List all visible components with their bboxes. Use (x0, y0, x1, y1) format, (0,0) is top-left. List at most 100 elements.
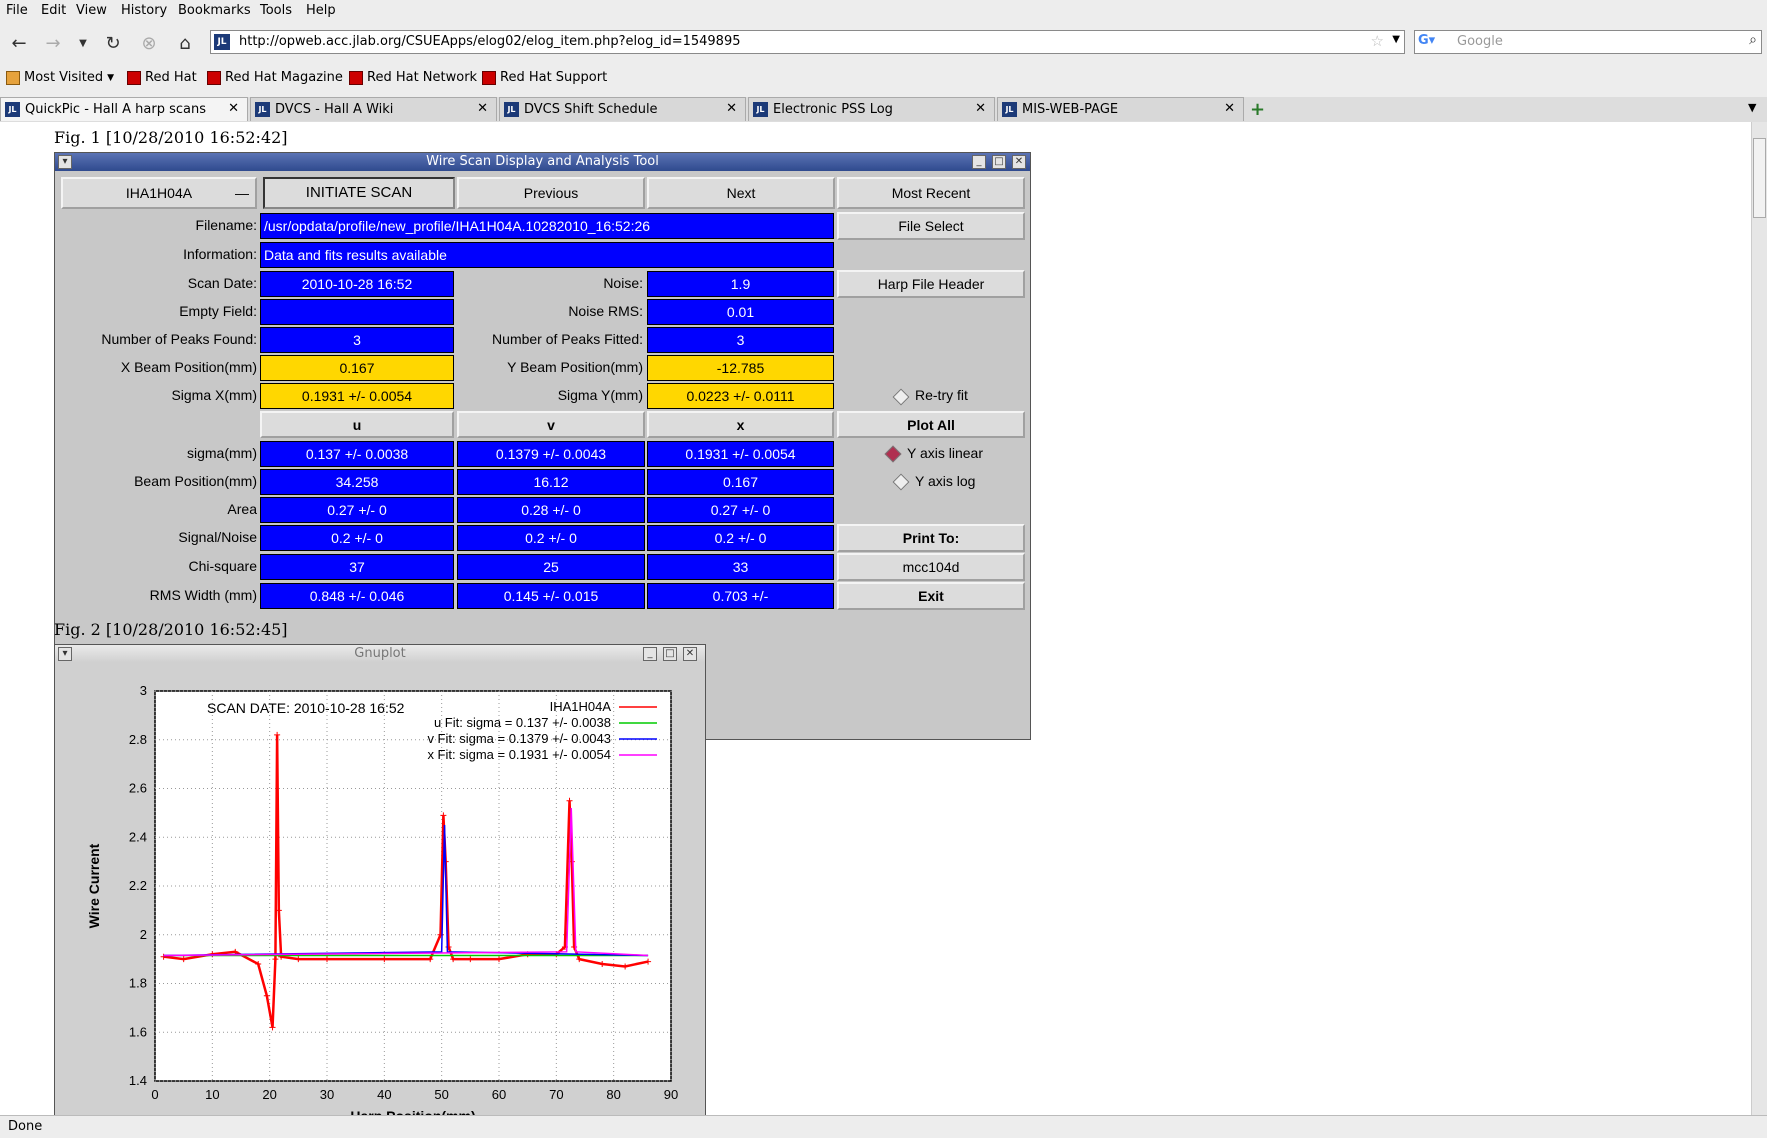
menu-edit[interactable]: Edit (41, 3, 66, 18)
printer-select[interactable]: mcc104d (837, 553, 1025, 581)
home-icon[interactable]: ⌂ (172, 30, 198, 56)
window-title: Gnuplot (55, 645, 705, 663)
new-tab-icon[interactable]: + (1250, 99, 1265, 120)
menu-view[interactable]: View (76, 3, 107, 18)
y-axis-linear-label[interactable]: Y axis linear (907, 441, 1017, 467)
redhat-icon (482, 70, 496, 85)
close-icon[interactable]: ✕ (683, 647, 697, 661)
tab-dvcs-schedule[interactable]: JL DVCS Shift Schedule ✕ (499, 97, 746, 121)
plot-title: SCAN DATE: 2010-10-28 16:52 (207, 700, 405, 716)
previous-button[interactable]: Previous (457, 177, 645, 209)
bookmark-red-hat-magazine[interactable]: Red Hat Magazine (207, 70, 343, 85)
vertical-scrollbar[interactable] (1751, 122, 1767, 1115)
scan-date-field: 2010-10-28 16:52 (260, 271, 454, 297)
empty-field-label: Empty Field: (179, 303, 257, 319)
table-cell-u: 34.258 (260, 469, 454, 495)
harp-select[interactable]: IHA1H04A — (61, 177, 257, 209)
retry-fit-radio-icon[interactable] (892, 388, 910, 406)
menu-history[interactable]: History (121, 3, 167, 18)
url-bar[interactable]: JL http://opweb.acc.jlab.org/CSUEApps/el… (210, 30, 1405, 54)
y-axis-linear-radio-icon[interactable] (884, 445, 902, 463)
print-to-button[interactable]: Print To: (837, 524, 1025, 552)
tab-mis-web[interactable]: JL MIS-WEB-PAGE ✕ (997, 97, 1244, 121)
close-icon[interactable]: ✕ (228, 101, 239, 116)
stop-icon[interactable]: ⊗ (136, 30, 162, 56)
menu-bookmarks[interactable]: Bookmarks (178, 3, 251, 18)
column-u-header: u (260, 411, 454, 438)
exit-button[interactable]: Exit (837, 582, 1025, 610)
tab-pss-log[interactable]: JL Electronic PSS Log ✕ (748, 97, 995, 121)
bookmark-red-hat-support[interactable]: Red Hat Support (482, 70, 607, 85)
window-title: Wire Scan Display and Analysis Tool (55, 153, 1030, 171)
file-select-button[interactable]: File Select (837, 212, 1025, 240)
y-tick-label: 2.8 (129, 732, 147, 747)
menu-bar: File Edit View History Bookmarks Tools H… (0, 0, 1767, 22)
most-recent-button[interactable]: Most Recent (837, 177, 1025, 209)
scrollbar-thumb[interactable] (1753, 138, 1766, 218)
menu-help[interactable]: Help (306, 3, 336, 18)
empty-field[interactable] (260, 299, 454, 325)
search-icon[interactable]: ⌕ (1749, 32, 1757, 48)
maximize-icon[interactable]: □ (992, 155, 1006, 169)
tab-list-icon[interactable]: ▼ (1748, 101, 1756, 114)
menu-tools[interactable]: Tools (260, 3, 292, 18)
jlab-favicon-icon: JL (5, 102, 20, 117)
y-tick-label: 2.2 (129, 878, 147, 893)
x-tick-label: 90 (664, 1087, 678, 1102)
redhat-icon (127, 70, 141, 85)
harp-file-header-button[interactable]: Harp File Header (837, 270, 1025, 298)
close-icon[interactable]: ✕ (726, 101, 737, 116)
bookmark-red-hat[interactable]: Red Hat (127, 70, 197, 85)
forward-arrow-icon[interactable]: → (40, 30, 66, 56)
url-dropdown-icon[interactable]: ▼ (1392, 34, 1400, 45)
close-icon[interactable]: ✕ (1224, 101, 1235, 116)
y-axis-log-label[interactable]: Y axis log (915, 469, 1015, 495)
reload-icon[interactable]: ↻ (100, 30, 126, 56)
back-arrow-icon[interactable]: ← (6, 30, 32, 56)
search-bar[interactable]: G▾ Google ⌕ (1414, 30, 1762, 54)
sigma-x-field: 0.1931 +/- 0.0054 (260, 383, 454, 409)
fig1-caption: Fig. 1 [10/28/2010 16:52:42] (54, 128, 288, 147)
legend-label: x Fit: sigma = 0.1931 +/- 0.0054 (427, 747, 611, 762)
table-cell-x: 0.703 +/- (647, 583, 834, 609)
bookmark-red-hat-network[interactable]: Red Hat Network (349, 70, 477, 85)
window-menu-icon[interactable]: ▾ (58, 155, 72, 169)
table-cell-x: 0.27 +/- 0 (647, 497, 834, 523)
tab-dvcs-wiki[interactable]: JL DVCS - Hall A Wiki ✕ (250, 97, 497, 121)
google-icon[interactable]: G▾ (1418, 33, 1446, 51)
jlab-favicon-icon: JL (255, 102, 270, 117)
table-cell-v: 16.12 (457, 469, 645, 495)
retry-fit-label[interactable]: Re-try fit (915, 383, 1015, 409)
bookmark-star-icon[interactable]: ☆ (1371, 32, 1384, 50)
menu-file[interactable]: File (6, 3, 28, 18)
initiate-scan-button[interactable]: INITIATE SCAN (263, 177, 455, 209)
bookmarks-toolbar: Most Visited ▼ Red Hat Red Hat Magazine R… (0, 67, 1767, 91)
sigma-x-label: Sigma X(mm) (171, 387, 257, 403)
table-cell-u: 0.137 +/- 0.0038 (260, 441, 454, 467)
column-x-header: x (647, 411, 834, 438)
filename-field[interactable]: /usr/opdata/profile/new_profile/IHA1H04A… (260, 213, 834, 239)
close-icon[interactable]: ✕ (477, 101, 488, 116)
y-tick-label: 1.4 (129, 1073, 147, 1088)
tab-quickpic[interactable]: JL QuickPic - Hall A harp scans ✕ (0, 97, 248, 121)
bookmark-most-visited[interactable]: Most Visited ▼ (6, 70, 114, 85)
close-icon[interactable]: ✕ (975, 101, 986, 116)
x-tick-label: 60 (492, 1087, 506, 1102)
next-button[interactable]: Next (647, 177, 835, 209)
window-menu-icon[interactable]: ▾ (58, 647, 72, 661)
bookmark-label: Red Hat Support (500, 70, 608, 85)
table-cell-x: 33 (647, 554, 834, 580)
y-axis-log-radio-icon[interactable] (892, 473, 910, 491)
close-icon[interactable]: ✕ (1012, 155, 1026, 169)
plot-all-button[interactable]: Plot All (837, 411, 1025, 438)
tab-title: Electronic PSS Log (773, 102, 893, 117)
tab-title: DVCS Shift Schedule (524, 102, 658, 117)
minimize-icon[interactable]: _ (643, 647, 657, 661)
table-cell-u: 0.2 +/- 0 (260, 525, 454, 551)
x-tick-label: 0 (151, 1087, 158, 1102)
redhat-icon (207, 70, 221, 85)
table-cell-v: 0.145 +/- 0.015 (457, 583, 645, 609)
minimize-icon[interactable]: _ (972, 155, 986, 169)
history-dropdown-icon[interactable]: ▼ (70, 30, 96, 56)
maximize-icon[interactable]: □ (663, 647, 677, 661)
